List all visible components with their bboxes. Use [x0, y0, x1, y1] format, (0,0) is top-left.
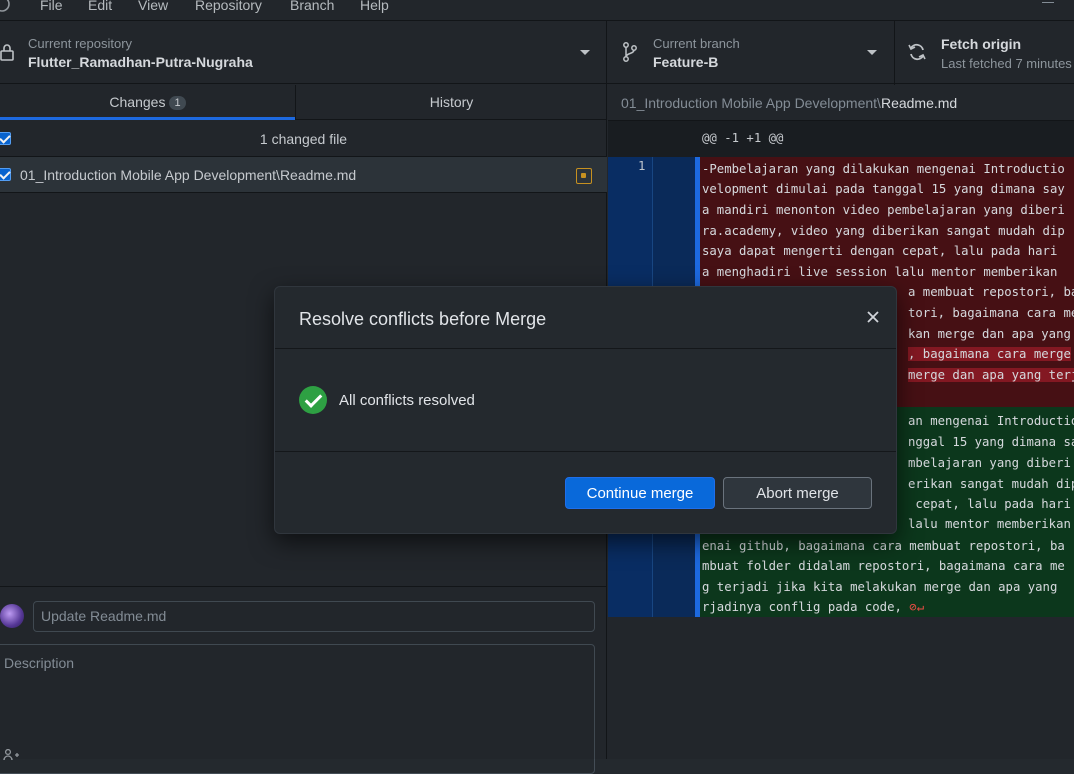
dialog-body: All conflicts resolved: [275, 349, 896, 452]
close-icon[interactable]: [865, 309, 881, 325]
resolve-conflicts-dialog: Resolve conflicts before Merge All confl…: [274, 286, 897, 534]
conflicts-status: All conflicts resolved: [339, 392, 475, 409]
dialog-title: Resolve conflicts before Merge: [299, 309, 547, 329]
abort-merge-button[interactable]: Abort merge: [723, 477, 872, 509]
dialog-header: Resolve conflicts before Merge: [275, 287, 896, 349]
continue-merge-button[interactable]: Continue merge: [565, 477, 715, 509]
check-circle-icon: [299, 386, 327, 414]
